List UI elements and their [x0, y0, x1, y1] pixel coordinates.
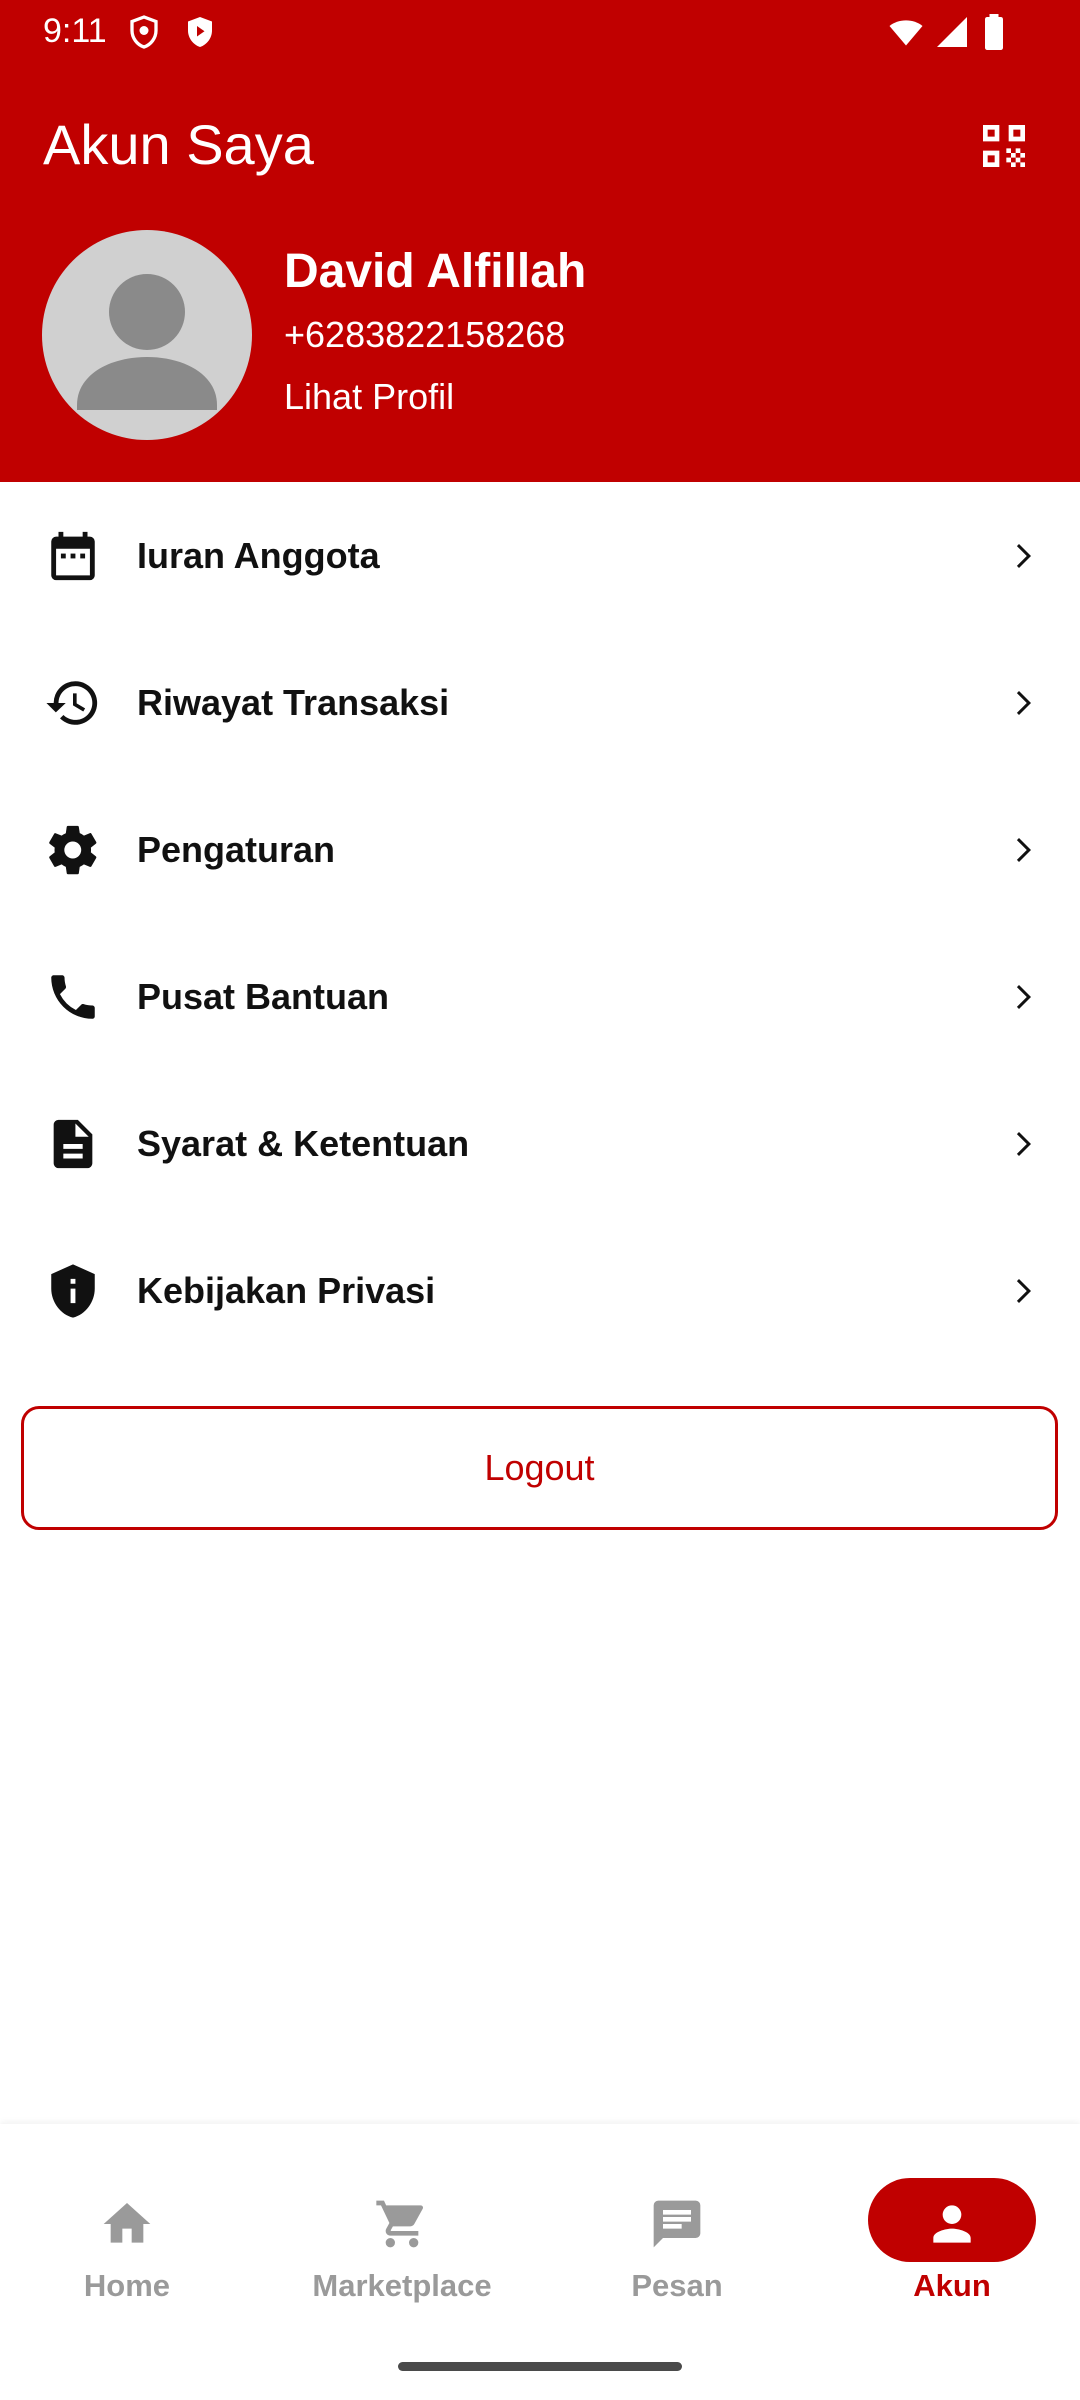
menu-item-kebijakan-privasi[interactable]: Kebijakan Privasi	[0, 1217, 1080, 1364]
qr-code-icon[interactable]	[976, 118, 1032, 174]
home-icon	[103, 2203, 151, 2243]
nav-item-home[interactable]: Home	[0, 2144, 257, 2324]
chevron-right-icon	[1016, 984, 1031, 1009]
chevron-right-icon	[1016, 1131, 1031, 1156]
status-bar: 9:11	[0, 0, 1080, 62]
account-screen: 9:11 Akun Saya David Alfillah +628382215…	[0, 0, 1080, 2400]
person-icon	[933, 2205, 971, 2243]
signal-icon	[937, 17, 967, 47]
avatar[interactable]	[42, 230, 252, 440]
wifi-icon	[889, 20, 923, 46]
nav-item-pesan[interactable]: Pesan	[547, 2144, 807, 2324]
play-protect-icon	[188, 17, 212, 47]
menu-item-label: Kebijakan Privasi	[137, 1269, 436, 1311]
document-icon	[53, 1119, 93, 1168]
home-indicator[interactable]	[398, 2362, 682, 2371]
message-icon	[653, 2200, 701, 2248]
menu-item-pusat-bantuan[interactable]: Pusat Bantuan	[0, 923, 1080, 1070]
menu-item-label: Pusat Bantuan	[137, 975, 390, 1017]
nav-label: Marketplace	[312, 2268, 492, 2303]
chevron-right-icon	[1016, 837, 1031, 862]
logout-button[interactable]: Logout	[21, 1406, 1058, 1530]
view-profile-link[interactable]: Lihat Profil	[284, 376, 454, 418]
phone-icon	[51, 974, 95, 1019]
history-icon	[46, 680, 98, 725]
profile-name: David Alfillah	[284, 245, 587, 298]
cart-icon	[376, 2200, 424, 2248]
menu-item-label: Pengaturan	[137, 828, 336, 870]
account-header: 9:11 Akun Saya David Alfillah +628382215…	[0, 0, 1080, 482]
shield-info-icon	[51, 1263, 95, 1318]
chevron-right-icon	[1016, 690, 1031, 715]
menu-item-label: Syarat & Ketentuan	[137, 1122, 470, 1164]
status-time: 9:11	[43, 12, 107, 50]
nav-label: Home	[83, 2268, 171, 2303]
calendar-icon	[51, 531, 95, 580]
gear-icon	[49, 825, 97, 874]
menu-item-iuran-anggota[interactable]: Iuran Anggota	[0, 482, 1080, 629]
nav-label: Pesan	[631, 2268, 723, 2303]
menu-item-syarat-ketentuan[interactable]: Syarat & Ketentuan	[0, 1070, 1080, 1217]
chevron-right-icon	[1016, 1278, 1031, 1303]
nav-item-marketplace[interactable]: Marketplace	[272, 2144, 532, 2324]
person-placeholder-icon	[77, 274, 217, 410]
menu-item-pengaturan[interactable]: Pengaturan	[0, 776, 1080, 923]
menu-item-label: Iuran Anggota	[137, 534, 380, 576]
nav-label: Akun	[913, 2268, 991, 2303]
account-menu: Iuran Anggota Riwayat Transaksi Pengatur…	[0, 482, 1080, 1364]
battery-icon	[985, 14, 1003, 50]
menu-item-riwayat-transaksi[interactable]: Riwayat Transaksi	[0, 629, 1080, 776]
nav-item-akun[interactable]: Akun	[822, 2144, 1080, 2324]
chevron-right-icon	[1016, 543, 1031, 568]
page-title: Akun Saya	[43, 113, 314, 176]
menu-item-label: Riwayat Transaksi	[137, 681, 450, 723]
profile-phone: +6283822158268	[284, 314, 566, 355]
vpn-shield-icon	[130, 15, 158, 49]
bottom-navigation: Home Marketplace Pesan Akun	[0, 2124, 1080, 2400]
